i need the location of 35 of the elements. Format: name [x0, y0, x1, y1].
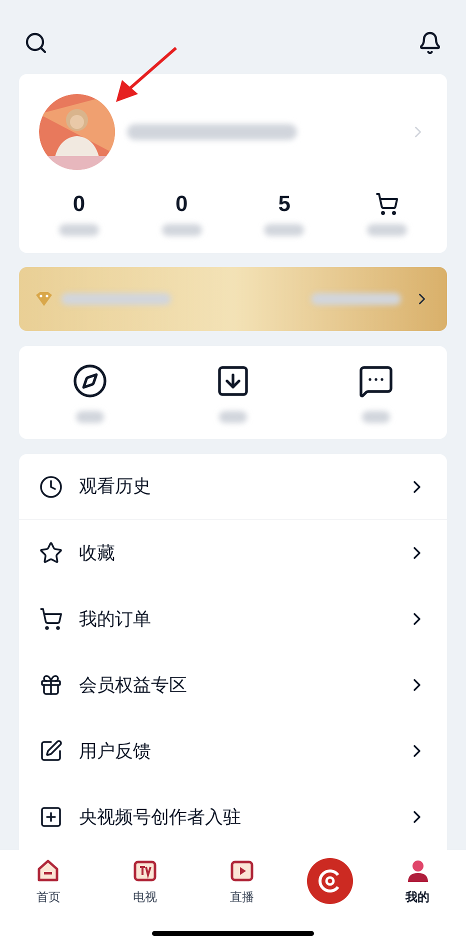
edit-icon: [39, 739, 63, 763]
redacted-text: [218, 410, 247, 423]
redacted-text: [362, 410, 390, 423]
clock-icon: [39, 474, 63, 498]
home-icon: [35, 858, 62, 884]
menu-item[interactable]: 会员权益专区: [19, 652, 447, 718]
compass-icon: [72, 362, 108, 399]
arrow-annotation: [114, 46, 180, 104]
redacted-text: [264, 224, 304, 236]
tab[interactable]: 我的: [386, 858, 450, 906]
redacted-text: [76, 410, 104, 423]
tv-icon: [132, 858, 158, 884]
cart-icon[interactable]: [374, 192, 399, 216]
add-icon: [39, 805, 63, 829]
notification-button[interactable]: [418, 31, 442, 55]
menu-item[interactable]: 我的订单: [19, 586, 447, 652]
menu-item[interactable]: 用户反馈: [19, 718, 447, 784]
star-icon: [39, 541, 63, 565]
tab[interactable]: 电视: [113, 858, 178, 906]
redacted-text: [162, 224, 202, 236]
center-tab-button[interactable]: [306, 858, 353, 904]
menu-item[interactable]: 收藏: [19, 520, 447, 586]
cart-icon: [39, 607, 63, 631]
play-icon: [228, 858, 255, 884]
tab[interactable]: 首页: [16, 858, 80, 906]
gift-icon: [39, 673, 63, 697]
tab[interactable]: 直播: [210, 858, 274, 906]
search-button[interactable]: [24, 31, 48, 55]
redacted-text: [59, 224, 99, 236]
stat-count[interactable]: 0: [72, 192, 86, 216]
stat-count[interactable]: 5: [278, 192, 290, 216]
menu-item[interactable]: 央视频号创作者入驻: [19, 784, 447, 850]
diamond-icon: [35, 291, 53, 308]
stat-count[interactable]: 0: [176, 192, 188, 216]
redacted-text: [366, 224, 407, 236]
